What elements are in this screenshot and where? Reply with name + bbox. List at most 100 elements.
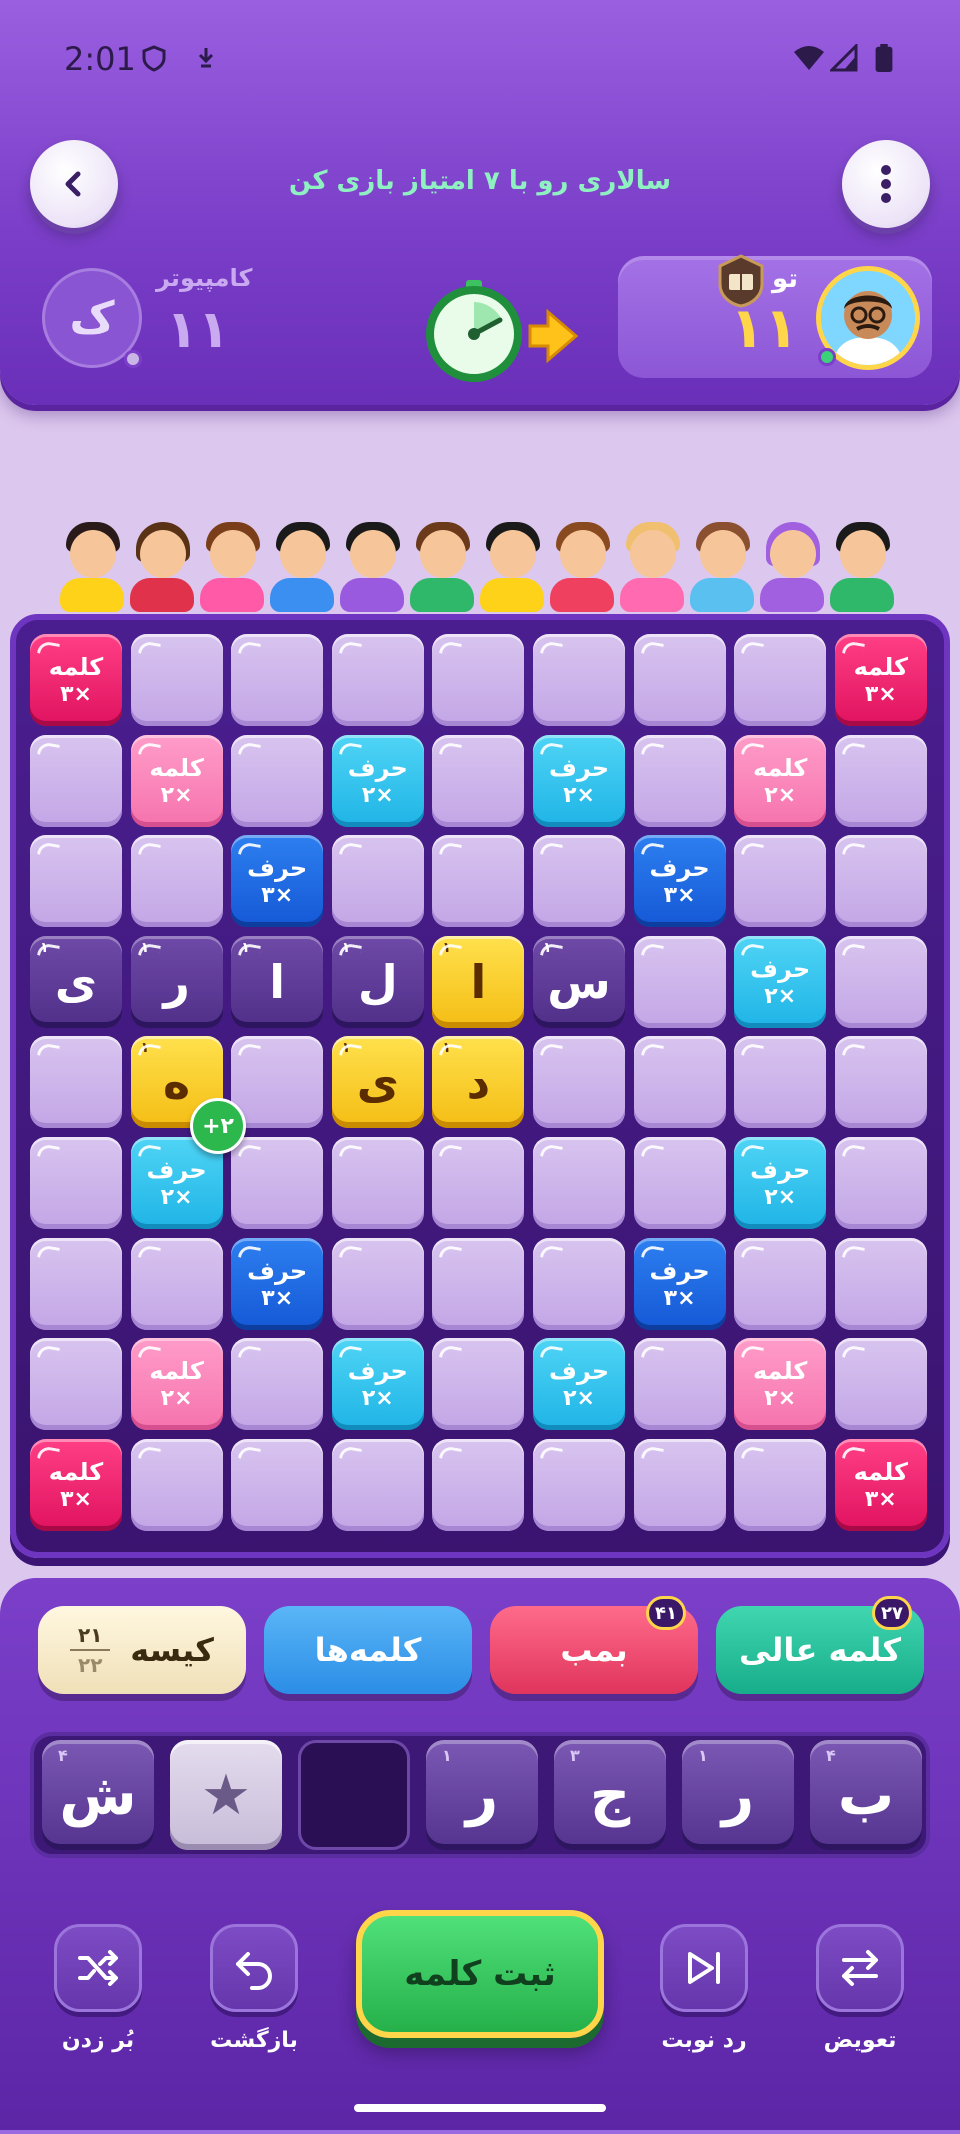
board-cell-empty[interactable] [834, 1036, 927, 1129]
rack-tile[interactable]: ۱ر [682, 1740, 794, 1850]
board-cell-dl[interactable]: حرف ×۲ [734, 1137, 827, 1229]
bomb-button[interactable]: بمب ۴۱ [490, 1596, 698, 1694]
board-cell-tw[interactable]: کلمه ×۳ [834, 1438, 927, 1531]
board-cell-tw[interactable]: کلمه ×۳ [834, 634, 927, 726]
board-tile[interactable]: ۱ل [331, 935, 424, 1028]
board-cell-dl[interactable]: حرف ×۲ [533, 734, 625, 827]
board-cell-empty[interactable] [734, 835, 827, 928]
board-cell-empty[interactable] [533, 1137, 625, 1229]
board-cell-dw[interactable]: کلمه ×۲ [734, 734, 827, 827]
board-cell-empty[interactable] [331, 835, 424, 928]
rack-tile[interactable]: ۱ر [426, 1740, 538, 1850]
board-cell-dw[interactable]: کلمه ×۲ [130, 734, 223, 827]
board-cell-empty[interactable] [834, 935, 927, 1028]
board-cell-empty[interactable] [432, 1237, 525, 1330]
board-cell-empty[interactable] [834, 1338, 927, 1431]
board-cell-empty[interactable] [533, 835, 625, 928]
shield-icon [142, 45, 166, 72]
board-tile[interactable]: ۱ا [432, 935, 525, 1028]
rack-slot-empty[interactable] [298, 1740, 410, 1850]
board-cell-empty[interactable] [30, 1237, 122, 1330]
board-cell-dl[interactable]: حرف ×۲ [533, 1338, 625, 1431]
board-cell-empty[interactable] [331, 1438, 424, 1531]
board-cell-empty[interactable] [633, 1036, 726, 1129]
board-cell-empty[interactable] [231, 1137, 324, 1229]
board-cell-empty[interactable] [734, 1438, 827, 1531]
board-cell-dl[interactable]: حرف ×۲ [734, 935, 827, 1028]
board-cell-empty[interactable] [432, 835, 525, 928]
rack-tile[interactable]: ۳ج [554, 1740, 666, 1850]
board-cell-dw[interactable]: کلمه ×۲ [734, 1338, 827, 1431]
board-cell-empty[interactable] [533, 634, 625, 726]
board-cell-empty[interactable] [331, 1137, 424, 1229]
board-cell-empty[interactable] [30, 1338, 122, 1431]
board-cell-dl[interactable]: حرف ×۲ [331, 1338, 424, 1431]
board-cell-empty[interactable] [231, 634, 324, 726]
great-word-button[interactable]: کلمه عالی ۲۷ [716, 1596, 924, 1694]
board-cell-dw[interactable]: کلمه ×۲ [130, 1338, 223, 1431]
shuffle-button[interactable] [54, 1924, 142, 2012]
board-cell-empty[interactable] [331, 634, 424, 726]
submit-word-button[interactable]: ثبت کلمه [356, 1910, 604, 2038]
board-cell-empty[interactable] [633, 1438, 726, 1531]
board-cell-empty[interactable] [130, 1237, 223, 1330]
rack-tile-blank-star[interactable]: ★ [170, 1740, 282, 1850]
board-tile[interactable]: ۱ا [231, 935, 324, 1028]
board-cell-empty[interactable] [231, 734, 324, 827]
board-cell-empty[interactable] [633, 734, 726, 827]
board-cell-tw[interactable]: کلمه ×۳ [30, 634, 122, 726]
board-cell-empty[interactable] [633, 634, 726, 726]
board-tile[interactable]: ۱ی [30, 935, 122, 1028]
board-tile[interactable]: ۱س [533, 935, 625, 1028]
rack-tile[interactable]: ۴ب [810, 1740, 922, 1850]
board-tile[interactable]: ۱د [432, 1036, 525, 1129]
board-cell-empty[interactable] [30, 734, 122, 827]
board-cell-tl[interactable]: حرف ×۳ [633, 1237, 726, 1330]
rack-tile[interactable]: ۴ش [42, 1740, 154, 1850]
bag-button[interactable]: کیسه ۲۱ ۲۲ [38, 1606, 246, 1694]
board-tile[interactable]: ۱ر [130, 935, 223, 1028]
shuffle-icon [78, 1950, 118, 1986]
board-cell-empty[interactable] [633, 1338, 726, 1431]
board-cell-tl[interactable]: حرف ×۳ [231, 1237, 324, 1330]
board-cell-empty[interactable] [432, 1137, 525, 1229]
board-cell-empty[interactable] [231, 1438, 324, 1531]
board-cell-empty[interactable] [633, 1137, 726, 1229]
board-cell-empty[interactable] [432, 1338, 525, 1431]
board-cell-empty[interactable] [834, 734, 927, 827]
board-cell-empty[interactable] [231, 1036, 324, 1129]
board-cell-empty[interactable] [231, 1338, 324, 1431]
board-cell-tw[interactable]: کلمه ×۳ [30, 1438, 122, 1531]
swap-button[interactable] [816, 1924, 904, 2012]
board-cell-empty[interactable] [432, 634, 525, 726]
board-cell-empty[interactable] [30, 1137, 122, 1229]
premium-label: حرف [750, 954, 811, 983]
board-cell-empty[interactable] [432, 734, 525, 827]
board-cell-empty[interactable] [834, 835, 927, 928]
board-cell-empty[interactable] [734, 1036, 827, 1129]
board-cell-empty[interactable] [734, 634, 827, 726]
board-cell-empty[interactable] [432, 1438, 525, 1531]
board-cell-empty[interactable] [834, 1237, 927, 1330]
board-cell-empty[interactable] [130, 835, 223, 928]
more-menu-button[interactable] [842, 140, 930, 228]
board-cell-empty[interactable] [533, 1237, 625, 1330]
board-cell-empty[interactable] [130, 1438, 223, 1531]
board-cell-empty[interactable] [834, 1137, 927, 1229]
board-cell-empty[interactable] [633, 935, 726, 1028]
board-cell-empty[interactable] [533, 1036, 625, 1129]
board-cell-empty[interactable] [130, 634, 223, 726]
board-cell-empty[interactable] [533, 1438, 625, 1531]
board-cell-empty[interactable] [734, 1237, 827, 1330]
back-button[interactable] [30, 140, 118, 228]
pass-turn-button[interactable] [660, 1924, 748, 2012]
board-cell-dl[interactable]: حرف ×۲ [331, 734, 424, 827]
words-button[interactable]: کلمه‌ها [264, 1606, 472, 1694]
board-tile[interactable]: ۱ی [331, 1036, 424, 1129]
board-cell-tl[interactable]: حرف ×۳ [231, 835, 324, 928]
board-cell-tl[interactable]: حرف ×۳ [633, 835, 726, 928]
board-cell-empty[interactable] [30, 1036, 122, 1129]
board-cell-empty[interactable] [331, 1237, 424, 1330]
board-cell-empty[interactable] [30, 835, 122, 928]
undo-button[interactable] [210, 1924, 298, 2012]
